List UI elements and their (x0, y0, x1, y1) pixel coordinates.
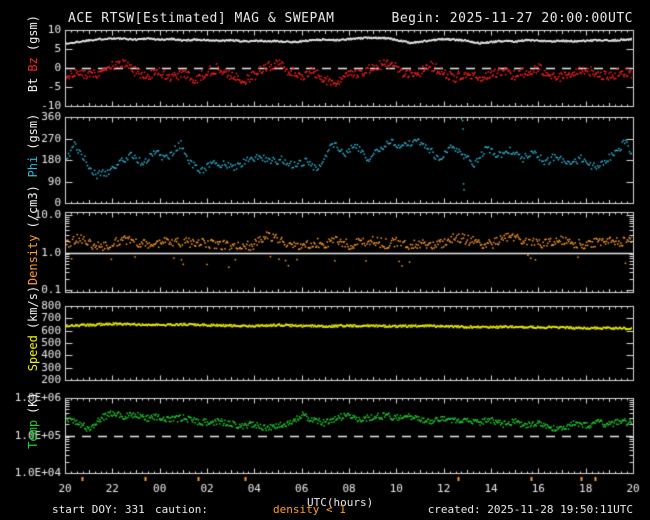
phi-units-label: (gsm) (26, 113, 40, 150)
speed-units-label: (km/s) (26, 285, 40, 330)
caution-label: caution: (155, 503, 208, 516)
density-units-label: (/cm3) (26, 185, 40, 229)
start-doy-text: start DOY: 331 (52, 503, 145, 516)
bt-label: Bt (26, 77, 40, 93)
begin-timestamp: Begin: 2025-11-27 20:00:00UTC (391, 11, 633, 26)
mag-units-label: (gsm) (26, 15, 40, 52)
bz-label: Bz (26, 57, 40, 72)
ace-rtsw-plot: ACE RTSW[Estimated] MAG & SWEPAM Begin: … (0, 0, 650, 520)
density-label: Density (26, 234, 40, 286)
phi-label: Phi (26, 155, 40, 178)
temp-label: Temp (26, 419, 40, 449)
speed-label: Speed (26, 335, 40, 372)
temp-units-label: (K) (26, 392, 40, 414)
page-title: ACE RTSW[Estimated] MAG & SWEPAM (68, 11, 335, 26)
y-axis-label-temp: Temp (K) (12, 370, 40, 500)
caution-value: density < 1 (273, 503, 346, 516)
created-timestamp: created: 2025-11-28 19:50:11UTC (427, 503, 633, 516)
plot-canvas (0, 0, 650, 520)
